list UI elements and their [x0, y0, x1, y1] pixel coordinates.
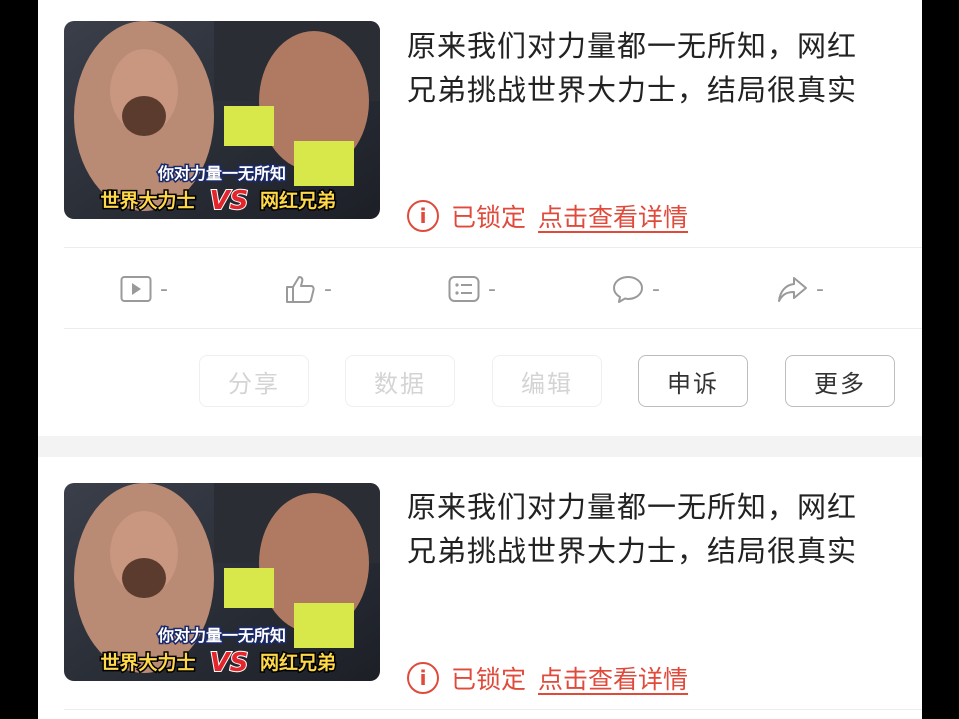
list-icon [448, 276, 480, 302]
thumb-caption: 你对力量一无所知 [157, 164, 286, 183]
view-details-link[interactable]: 点击查看详情 [538, 198, 688, 234]
comment-icon [613, 276, 643, 303]
thumb-vs: VS [210, 186, 249, 216]
play-icon [120, 276, 152, 302]
thumb-caption: 你对力量一无所知 [157, 626, 286, 645]
thumb-right-label: 网红兄弟 [260, 651, 336, 674]
data-button: 数据 [345, 355, 455, 407]
video-thumbnail[interactable]: 你对力量一无所知 世界大力士 VS 网红兄弟 [64, 21, 380, 219]
stat-value: - [160, 276, 168, 302]
stats-bar: - - - - - [38, 249, 922, 329]
info-circle-icon: i [407, 662, 439, 694]
lock-status: i 已锁定 点击查看详情 [407, 660, 688, 696]
thumb-left-label: 世界大力士 [100, 651, 195, 674]
more-button[interactable]: 更多 [785, 355, 895, 407]
video-title[interactable]: 原来我们对力量都一无所知，网红 兄弟挑战世界大力士，结局很真实 [407, 485, 897, 573]
thumb-left-label: 世界大力士 [100, 189, 195, 212]
stat-list[interactable]: - [448, 249, 496, 329]
locked-label: 已锁定 [451, 665, 527, 694]
video-title-line: 兄弟挑战世界大力士，结局很真实 [407, 73, 858, 107]
stat-value: - [488, 276, 496, 302]
video-title-line: 原来我们对力量都一无所知，网红 [407, 490, 858, 524]
content-page: 你对力量一无所知 世界大力士 VS 网红兄弟 原来我们对力量都一无所知，网红 兄… [38, 0, 922, 719]
share-icon [778, 277, 807, 302]
divider [64, 328, 922, 329]
video-card[interactable]: 你对力量一无所知 世界大力士 VS 网红兄弟 原来我们对力量都一无所知，网红 兄… [38, 457, 922, 719]
info-circle-icon: i [407, 200, 439, 232]
edit-button: 编辑 [492, 355, 602, 407]
divider [64, 247, 922, 248]
video-title-line: 兄弟挑战世界大力士，结局很真实 [407, 534, 858, 568]
stat-plays[interactable]: - [120, 249, 168, 329]
video-title[interactable]: 原来我们对力量都一无所知，网红 兄弟挑战世界大力士，结局很真实 [407, 24, 897, 112]
video-thumbnail[interactable]: 你对力量一无所知 世界大力士 VS 网红兄弟 [64, 483, 380, 681]
stat-shares[interactable]: - [776, 249, 824, 329]
view-details-link[interactable]: 点击查看详情 [538, 660, 688, 696]
appeal-button[interactable]: 申诉 [638, 355, 748, 407]
video-card[interactable]: 你对力量一无所知 世界大力士 VS 网红兄弟 原来我们对力量都一无所知，网红 兄… [38, 0, 922, 436]
stat-value: - [324, 276, 332, 302]
locked-label: 已锁定 [451, 203, 527, 232]
thumb-vs: VS [210, 648, 249, 678]
action-bar: 分享 数据 编辑 申诉 更多 [38, 355, 922, 411]
stat-value: - [652, 276, 660, 302]
thumbs-up-icon [286, 276, 315, 303]
divider [64, 709, 922, 710]
lock-status: i 已锁定 点击查看详情 [407, 198, 688, 234]
share-button: 分享 [199, 355, 309, 407]
video-title-line: 原来我们对力量都一无所知，网红 [407, 29, 858, 63]
thumb-right-label: 网红兄弟 [260, 189, 336, 212]
stat-value: - [816, 276, 824, 302]
stat-comments[interactable]: - [612, 249, 660, 329]
stat-likes[interactable]: - [284, 249, 332, 329]
